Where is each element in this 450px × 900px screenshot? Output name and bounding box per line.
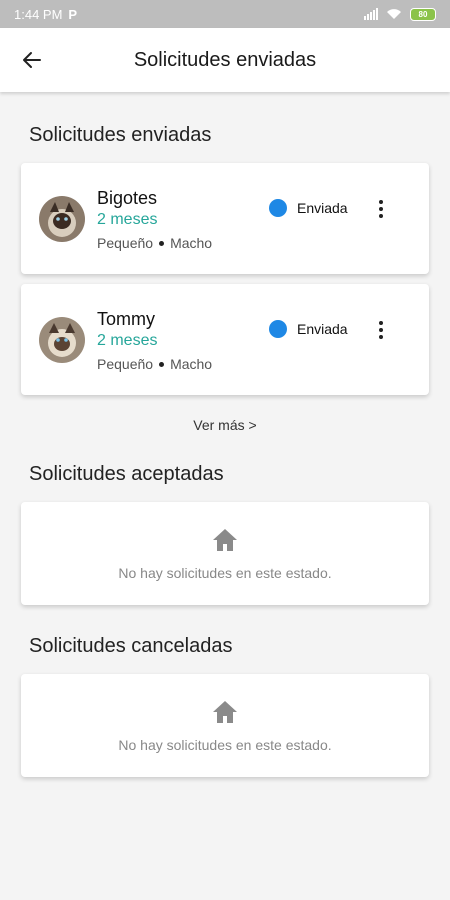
app-bar: Solicitudes enviadas bbox=[0, 28, 450, 92]
request-card[interactable]: Bigotes 2 meses Pequeño Macho Enviada bbox=[21, 163, 429, 274]
status-dot-icon bbox=[269, 199, 287, 217]
status-dot-icon bbox=[269, 320, 287, 338]
wifi-icon bbox=[387, 9, 401, 19]
pet-size: Pequeño bbox=[97, 235, 154, 251]
pet-name: Bigotes bbox=[97, 188, 158, 208]
pet-age: 2 meses bbox=[97, 211, 158, 228]
status-indicator: Enviada bbox=[269, 320, 348, 338]
home-icon bbox=[213, 528, 237, 551]
status-right: 80 bbox=[364, 7, 436, 21]
pet-age: 2 meses bbox=[97, 332, 158, 349]
pet-sex: Macho bbox=[170, 235, 213, 251]
pet-size: Pequeño bbox=[97, 356, 154, 372]
main-content: Solicitudes enviadas Bigotes 2 meses Peq… bbox=[0, 124, 450, 777]
empty-state-text: No hay solicitudes en este estado. bbox=[118, 564, 332, 581]
empty-state-card: No hay solicitudes en este estado. bbox=[21, 674, 429, 777]
pet-name: Tommy bbox=[97, 309, 155, 329]
status-label: Enviada bbox=[297, 321, 348, 337]
pet-info: Bigotes 2 meses Pequeño Macho bbox=[97, 187, 212, 274]
pet-info: Tommy 2 meses Pequeño Macho bbox=[97, 308, 212, 395]
back-button[interactable] bbox=[18, 46, 46, 74]
signal-icon bbox=[364, 8, 378, 20]
status-label: Enviada bbox=[297, 200, 348, 216]
status-left: 1:44 PM P bbox=[14, 7, 77, 22]
section-title-accepted: Solicitudes aceptadas bbox=[29, 463, 224, 485]
home-icon bbox=[213, 700, 237, 723]
status-bar: 1:44 PM P 80 bbox=[0, 0, 450, 28]
status-time: 1:44 PM bbox=[14, 6, 63, 22]
pet-meta: Pequeño Macho bbox=[97, 356, 212, 372]
request-card[interactable]: Tommy 2 meses Pequeño Macho Enviada bbox=[21, 284, 429, 395]
see-more-link[interactable]: Ver más > bbox=[21, 417, 429, 433]
separator-dot bbox=[159, 361, 165, 367]
more-options-button[interactable] bbox=[371, 318, 391, 342]
separator-dot bbox=[159, 240, 165, 246]
more-options-button[interactable] bbox=[371, 197, 391, 221]
section-title-sent: Solicitudes enviadas bbox=[29, 124, 212, 146]
section-title-cancelled: Solicitudes canceladas bbox=[29, 635, 233, 657]
empty-state-card: No hay solicitudes en este estado. bbox=[21, 502, 429, 605]
arrow-left-icon bbox=[23, 52, 41, 68]
pet-meta: Pequeño Macho bbox=[97, 235, 212, 251]
parking-icon: P bbox=[68, 6, 78, 22]
battery-icon: 80 bbox=[410, 7, 436, 21]
avatar bbox=[39, 196, 85, 242]
avatar bbox=[39, 317, 85, 363]
page-title: Solicitudes enviadas bbox=[133, 48, 317, 71]
status-indicator: Enviada bbox=[269, 199, 348, 217]
pet-sex: Macho bbox=[170, 356, 213, 372]
empty-state-text: No hay solicitudes en este estado. bbox=[118, 736, 332, 753]
